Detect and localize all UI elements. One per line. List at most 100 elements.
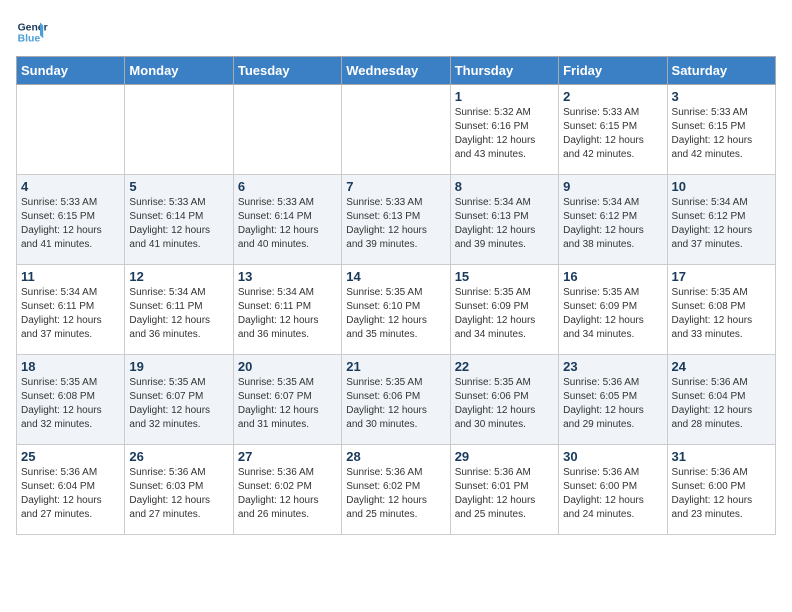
weekday-header-saturday: Saturday	[667, 57, 775, 85]
calendar-cell	[233, 85, 341, 175]
day-number: 27	[238, 449, 337, 464]
day-number: 12	[129, 269, 228, 284]
calendar-cell: 26 Sunrise: 5:36 AM Sunset: 6:03 PM Dayli…	[125, 445, 233, 535]
day-info: Sunrise: 5:35 AM Sunset: 6:06 PM Dayligh…	[346, 376, 445, 432]
day-info: Sunrise: 5:35 AM Sunset: 6:09 PM Dayligh…	[563, 286, 662, 342]
day-info: Sunrise: 5:36 AM Sunset: 6:04 PM Dayligh…	[21, 466, 120, 522]
day-info: Sunrise: 5:33 AM Sunset: 6:15 PM Dayligh…	[672, 106, 771, 162]
calendar-cell: 22Sunrise: 5:35 AM Sunset: 6:06 PM Dayli…	[450, 355, 558, 445]
header: General Blue	[16, 16, 776, 48]
day-info: Sunrise: 5:34 AM Sunset: 6:12 PM Dayligh…	[563, 196, 662, 252]
calendar-cell: 15 Sunrise: 5:35 AM Sunset: 6:09 PM Dayli…	[450, 265, 558, 355]
day-number: 6	[238, 179, 337, 194]
day-number: 3	[672, 89, 771, 104]
logo-icon: General Blue	[16, 16, 48, 48]
calendar-cell: 14Sunrise: 5:35 AM Sunset: 6:10 PM Dayli…	[342, 265, 450, 355]
day-number: 9	[563, 179, 662, 194]
day-info: Sunrise: 5:34 AM Sunset: 6:13 PM Dayligh…	[455, 196, 554, 252]
day-info: Sunrise: 5:36 AM Sunset: 6:02 PM Dayligh…	[346, 466, 445, 522]
day-info: Sunrise: 5:33 AM Sunset: 6:14 PM Dayligh…	[238, 196, 337, 252]
day-info: Sunrise: 5:36 AM Sunset: 6:05 PM Dayligh…	[563, 376, 662, 432]
calendar-cell: 28 Sunrise: 5:36 AM Sunset: 6:02 PM Dayli…	[342, 445, 450, 535]
calendar-cell: 5 Sunrise: 5:33 AM Sunset: 6:14 PM Daylig…	[125, 175, 233, 265]
day-number: 8	[455, 179, 554, 194]
day-info: Sunrise: 5:34 AM Sunset: 6:12 PM Dayligh…	[672, 196, 771, 252]
calendar-cell: 23 Sunrise: 5:36 AM Sunset: 6:05 PM Dayli…	[559, 355, 667, 445]
day-number: 17	[672, 269, 771, 284]
day-info: Sunrise: 5:32 AM Sunset: 6:16 PM Dayligh…	[455, 106, 554, 162]
day-info: Sunrise: 5:35 AM Sunset: 6:07 PM Dayligh…	[129, 376, 228, 432]
day-number: 28	[346, 449, 445, 464]
calendar-cell: 24Sunrise: 5:36 AM Sunset: 6:04 PM Dayli…	[667, 355, 775, 445]
day-info: Sunrise: 5:35 AM Sunset: 6:07 PM Dayligh…	[238, 376, 337, 432]
day-number: 10	[672, 179, 771, 194]
weekday-header-thursday: Thursday	[450, 57, 558, 85]
day-number: 5	[129, 179, 228, 194]
calendar-cell	[17, 85, 125, 175]
day-number: 2	[563, 89, 662, 104]
calendar-cell: 6 Sunrise: 5:33 AM Sunset: 6:14 PM Daylig…	[233, 175, 341, 265]
calendar-cell: 29 Sunrise: 5:36 AM Sunset: 6:01 PM Dayli…	[450, 445, 558, 535]
day-number: 19	[129, 359, 228, 374]
day-number: 23	[563, 359, 662, 374]
day-number: 20	[238, 359, 337, 374]
day-info: Sunrise: 5:33 AM Sunset: 6:13 PM Dayligh…	[346, 196, 445, 252]
calendar-cell	[342, 85, 450, 175]
day-info: Sunrise: 5:35 AM Sunset: 6:06 PM Dayligh…	[455, 376, 554, 432]
day-number: 11	[21, 269, 120, 284]
week-row-2: 4 Sunrise: 5:33 AM Sunset: 6:15 PM Daylig…	[17, 175, 776, 265]
day-info: Sunrise: 5:35 AM Sunset: 6:10 PM Dayligh…	[346, 286, 445, 342]
calendar-cell: 12 Sunrise: 5:34 AM Sunset: 6:11 PM Dayli…	[125, 265, 233, 355]
weekday-header-friday: Friday	[559, 57, 667, 85]
week-row-4: 18 Sunrise: 5:35 AM Sunset: 6:08 PM Dayli…	[17, 355, 776, 445]
calendar-cell: 11 Sunrise: 5:34 AM Sunset: 6:11 PM Dayli…	[17, 265, 125, 355]
day-info: Sunrise: 5:36 AM Sunset: 6:01 PM Dayligh…	[455, 466, 554, 522]
svg-text:General: General	[18, 22, 48, 33]
weekday-header-sunday: Sunday	[17, 57, 125, 85]
week-row-5: 25Sunrise: 5:36 AM Sunset: 6:04 PM Dayli…	[17, 445, 776, 535]
day-info: Sunrise: 5:34 AM Sunset: 6:11 PM Dayligh…	[238, 286, 337, 342]
week-row-1: 1 Sunrise: 5:32 AM Sunset: 6:16 PM Daylig…	[17, 85, 776, 175]
day-number: 26	[129, 449, 228, 464]
day-number: 16	[563, 269, 662, 284]
calendar-cell: 27Sunrise: 5:36 AM Sunset: 6:02 PM Dayli…	[233, 445, 341, 535]
day-number: 29	[455, 449, 554, 464]
calendar-cell: 2Sunrise: 5:33 AM Sunset: 6:15 PM Daylig…	[559, 85, 667, 175]
day-info: Sunrise: 5:36 AM Sunset: 6:03 PM Dayligh…	[129, 466, 228, 522]
calendar-cell: 25Sunrise: 5:36 AM Sunset: 6:04 PM Dayli…	[17, 445, 125, 535]
day-number: 30	[563, 449, 662, 464]
day-info: Sunrise: 5:36 AM Sunset: 6:00 PM Dayligh…	[672, 466, 771, 522]
day-number: 21	[346, 359, 445, 374]
day-info: Sunrise: 5:35 AM Sunset: 6:08 PM Dayligh…	[21, 376, 120, 432]
calendar-cell: 19 Sunrise: 5:35 AM Sunset: 6:07 PM Dayli…	[125, 355, 233, 445]
day-info: Sunrise: 5:34 AM Sunset: 6:11 PM Dayligh…	[129, 286, 228, 342]
calendar-cell: 21 Sunrise: 5:35 AM Sunset: 6:06 PM Dayli…	[342, 355, 450, 445]
svg-text:Blue: Blue	[18, 34, 41, 45]
day-info: Sunrise: 5:33 AM Sunset: 6:15 PM Dayligh…	[21, 196, 120, 252]
day-number: 18	[21, 359, 120, 374]
calendar-cell: 7Sunrise: 5:33 AM Sunset: 6:13 PM Daylig…	[342, 175, 450, 265]
day-number: 4	[21, 179, 120, 194]
day-info: Sunrise: 5:34 AM Sunset: 6:11 PM Dayligh…	[21, 286, 120, 342]
day-info: Sunrise: 5:33 AM Sunset: 6:14 PM Dayligh…	[129, 196, 228, 252]
calendar-cell: 13Sunrise: 5:34 AM Sunset: 6:11 PM Dayli…	[233, 265, 341, 355]
day-info: Sunrise: 5:35 AM Sunset: 6:08 PM Dayligh…	[672, 286, 771, 342]
calendar-cell: 31 Sunrise: 5:36 AM Sunset: 6:00 PM Dayli…	[667, 445, 775, 535]
calendar-table: SundayMondayTuesdayWednesdayThursdayFrid…	[16, 56, 776, 535]
weekday-header-row: SundayMondayTuesdayWednesdayThursdayFrid…	[17, 57, 776, 85]
calendar-cell: 30 Sunrise: 5:36 AM Sunset: 6:00 PM Dayli…	[559, 445, 667, 535]
week-row-3: 11 Sunrise: 5:34 AM Sunset: 6:11 PM Dayli…	[17, 265, 776, 355]
calendar-cell: 16 Sunrise: 5:35 AM Sunset: 6:09 PM Dayli…	[559, 265, 667, 355]
day-number: 1	[455, 89, 554, 104]
calendar-cell: 4 Sunrise: 5:33 AM Sunset: 6:15 PM Daylig…	[17, 175, 125, 265]
weekday-header-monday: Monday	[125, 57, 233, 85]
calendar-cell: 10 Sunrise: 5:34 AM Sunset: 6:12 PM Dayli…	[667, 175, 775, 265]
day-info: Sunrise: 5:35 AM Sunset: 6:09 PM Dayligh…	[455, 286, 554, 342]
weekday-header-wednesday: Wednesday	[342, 57, 450, 85]
day-number: 31	[672, 449, 771, 464]
day-number: 24	[672, 359, 771, 374]
calendar-cell: 18 Sunrise: 5:35 AM Sunset: 6:08 PM Dayli…	[17, 355, 125, 445]
day-number: 15	[455, 269, 554, 284]
day-info: Sunrise: 5:36 AM Sunset: 6:00 PM Dayligh…	[563, 466, 662, 522]
logo: General Blue	[16, 16, 48, 48]
